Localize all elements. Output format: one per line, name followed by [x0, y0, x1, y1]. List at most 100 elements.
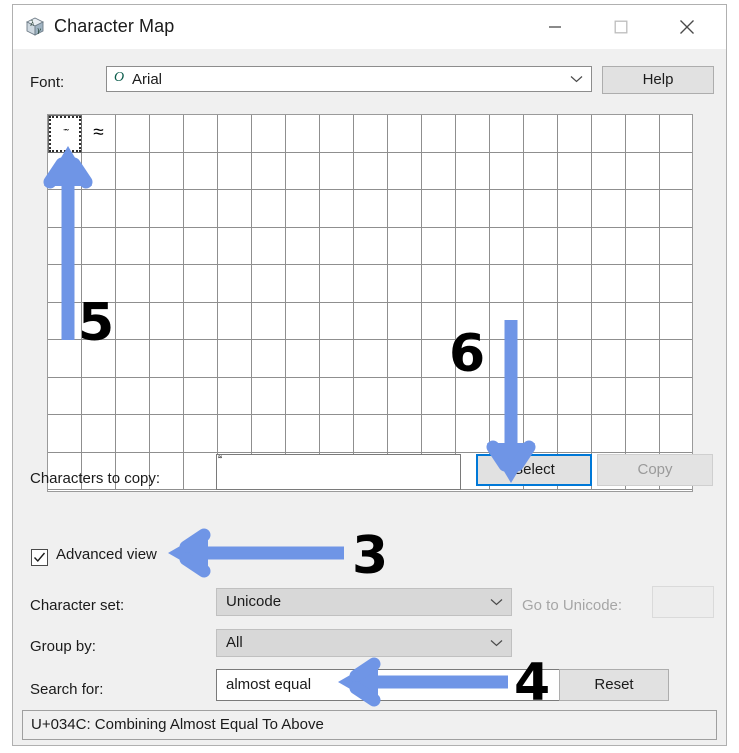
character-grid-cell[interactable]: [48, 190, 82, 228]
character-grid-cell[interactable]: [388, 265, 422, 303]
character-grid-cell[interactable]: [456, 265, 490, 303]
character-grid-cell[interactable]: [626, 115, 660, 153]
character-grid-cell[interactable]: [184, 377, 218, 415]
character-grid-cell[interactable]: [286, 340, 320, 378]
character-grid-cell[interactable]: [218, 227, 252, 265]
character-grid-cell[interactable]: [116, 377, 150, 415]
characters-to-copy-input[interactable]: ͌: [216, 454, 461, 490]
character-grid-cell[interactable]: [116, 265, 150, 303]
character-grid-cell[interactable]: [592, 340, 626, 378]
character-grid-cell[interactable]: [116, 302, 150, 340]
character-grid-cell[interactable]: [490, 152, 524, 190]
character-grid-cell[interactable]: [558, 152, 592, 190]
character-grid-cell[interactable]: [354, 190, 388, 228]
character-grid-cell[interactable]: [592, 265, 626, 303]
character-grid-cell[interactable]: [422, 152, 456, 190]
character-grid-cell[interactable]: [184, 302, 218, 340]
character-grid-cell[interactable]: [660, 265, 692, 303]
character-grid-cell[interactable]: [422, 265, 456, 303]
character-grid-cell[interactable]: [82, 190, 116, 228]
character-grid-cell[interactable]: [184, 227, 218, 265]
character-set-combobox[interactable]: Unicode: [216, 588, 512, 616]
character-grid-cell[interactable]: [150, 340, 184, 378]
character-grid-cell[interactable]: [184, 115, 218, 153]
character-grid-cell[interactable]: [286, 227, 320, 265]
character-grid-cell[interactable]: [48, 377, 82, 415]
character-grid-cell[interactable]: [558, 340, 592, 378]
character-grid-cell[interactable]: [456, 152, 490, 190]
character-grid-cell[interactable]: ≈: [82, 115, 116, 153]
character-grid-cell[interactable]: [660, 377, 692, 415]
character-grid-cell[interactable]: [592, 190, 626, 228]
character-grid-cell[interactable]: [354, 415, 388, 453]
character-grid-cell[interactable]: [422, 115, 456, 153]
character-grid-cell[interactable]: [524, 115, 558, 153]
character-grid-cell[interactable]: [252, 415, 286, 453]
character-grid-cell[interactable]: [82, 152, 116, 190]
character-grid-cell[interactable]: [592, 302, 626, 340]
character-grid-cell[interactable]: [456, 115, 490, 153]
character-grid-cell[interactable]: [286, 415, 320, 453]
character-grid-cell[interactable]: [286, 115, 320, 153]
character-grid-cell[interactable]: [354, 340, 388, 378]
character-grid-cell[interactable]: [558, 415, 592, 453]
character-grid-cell[interactable]: [218, 115, 252, 153]
character-grid-cell[interactable]: [320, 302, 354, 340]
character-grid-cell[interactable]: [320, 265, 354, 303]
character-grid-cell[interactable]: [626, 152, 660, 190]
character-grid-cell[interactable]: [660, 115, 692, 153]
character-grid-cell[interactable]: [320, 115, 354, 153]
group-by-combobox[interactable]: All: [216, 629, 512, 657]
character-grid-cell[interactable]: [320, 415, 354, 453]
character-grid-cell[interactable]: [48, 340, 82, 378]
character-grid-cell[interactable]: [558, 190, 592, 228]
character-grid-cell[interactable]: [660, 415, 692, 453]
character-grid-cell[interactable]: [286, 377, 320, 415]
character-grid-cell[interactable]: [490, 227, 524, 265]
character-grid-cell[interactable]: [388, 415, 422, 453]
minimize-button[interactable]: [532, 5, 578, 49]
character-grid-cell[interactable]: [626, 415, 660, 453]
character-grid-cell[interactable]: [320, 190, 354, 228]
character-grid-cell[interactable]: [660, 190, 692, 228]
character-grid-cell[interactable]: [490, 190, 524, 228]
character-grid-cell[interactable]: [626, 340, 660, 378]
character-grid-cell[interactable]: [490, 115, 524, 153]
character-grid-cell[interactable]: [354, 227, 388, 265]
character-grid-cell[interactable]: [422, 415, 456, 453]
character-grid-cell[interactable]: [626, 190, 660, 228]
character-grid[interactable]: ̄̃≈: [47, 114, 693, 492]
character-grid-cell[interactable]: [184, 452, 218, 490]
character-grid-cell[interactable]: [558, 377, 592, 415]
character-grid-cell[interactable]: [490, 302, 524, 340]
character-grid-cell[interactable]: [286, 152, 320, 190]
character-grid-cell[interactable]: [388, 190, 422, 228]
character-grid-cell[interactable]: [218, 377, 252, 415]
character-grid-cell[interactable]: [388, 377, 422, 415]
character-grid-cell[interactable]: [592, 152, 626, 190]
character-grid-cell[interactable]: [320, 340, 354, 378]
character-grid-cell[interactable]: [660, 340, 692, 378]
character-grid-cell[interactable]: [626, 377, 660, 415]
character-grid-cell[interactable]: [48, 152, 82, 190]
character-grid-cell[interactable]: [490, 377, 524, 415]
character-grid-cell[interactable]: [490, 340, 524, 378]
character-grid-cell[interactable]: [592, 227, 626, 265]
character-grid-cell[interactable]: [388, 152, 422, 190]
character-grid-cell[interactable]: [252, 377, 286, 415]
character-grid-cell[interactable]: [252, 302, 286, 340]
character-grid-cell[interactable]: [218, 340, 252, 378]
character-grid-cell[interactable]: [524, 340, 558, 378]
character-grid-cell[interactable]: [558, 227, 592, 265]
character-grid-cell[interactable]: [82, 415, 116, 453]
character-grid-cell[interactable]: [116, 152, 150, 190]
character-grid-cell[interactable]: [286, 190, 320, 228]
character-grid-cell[interactable]: [116, 340, 150, 378]
character-grid-cell[interactable]: [558, 302, 592, 340]
character-grid-cell[interactable]: [218, 190, 252, 228]
character-grid-cell[interactable]: [116, 415, 150, 453]
help-button[interactable]: Help: [602, 66, 714, 94]
character-grid-cell[interactable]: [558, 115, 592, 153]
character-grid-cell[interactable]: [354, 152, 388, 190]
character-grid-cell[interactable]: [286, 302, 320, 340]
